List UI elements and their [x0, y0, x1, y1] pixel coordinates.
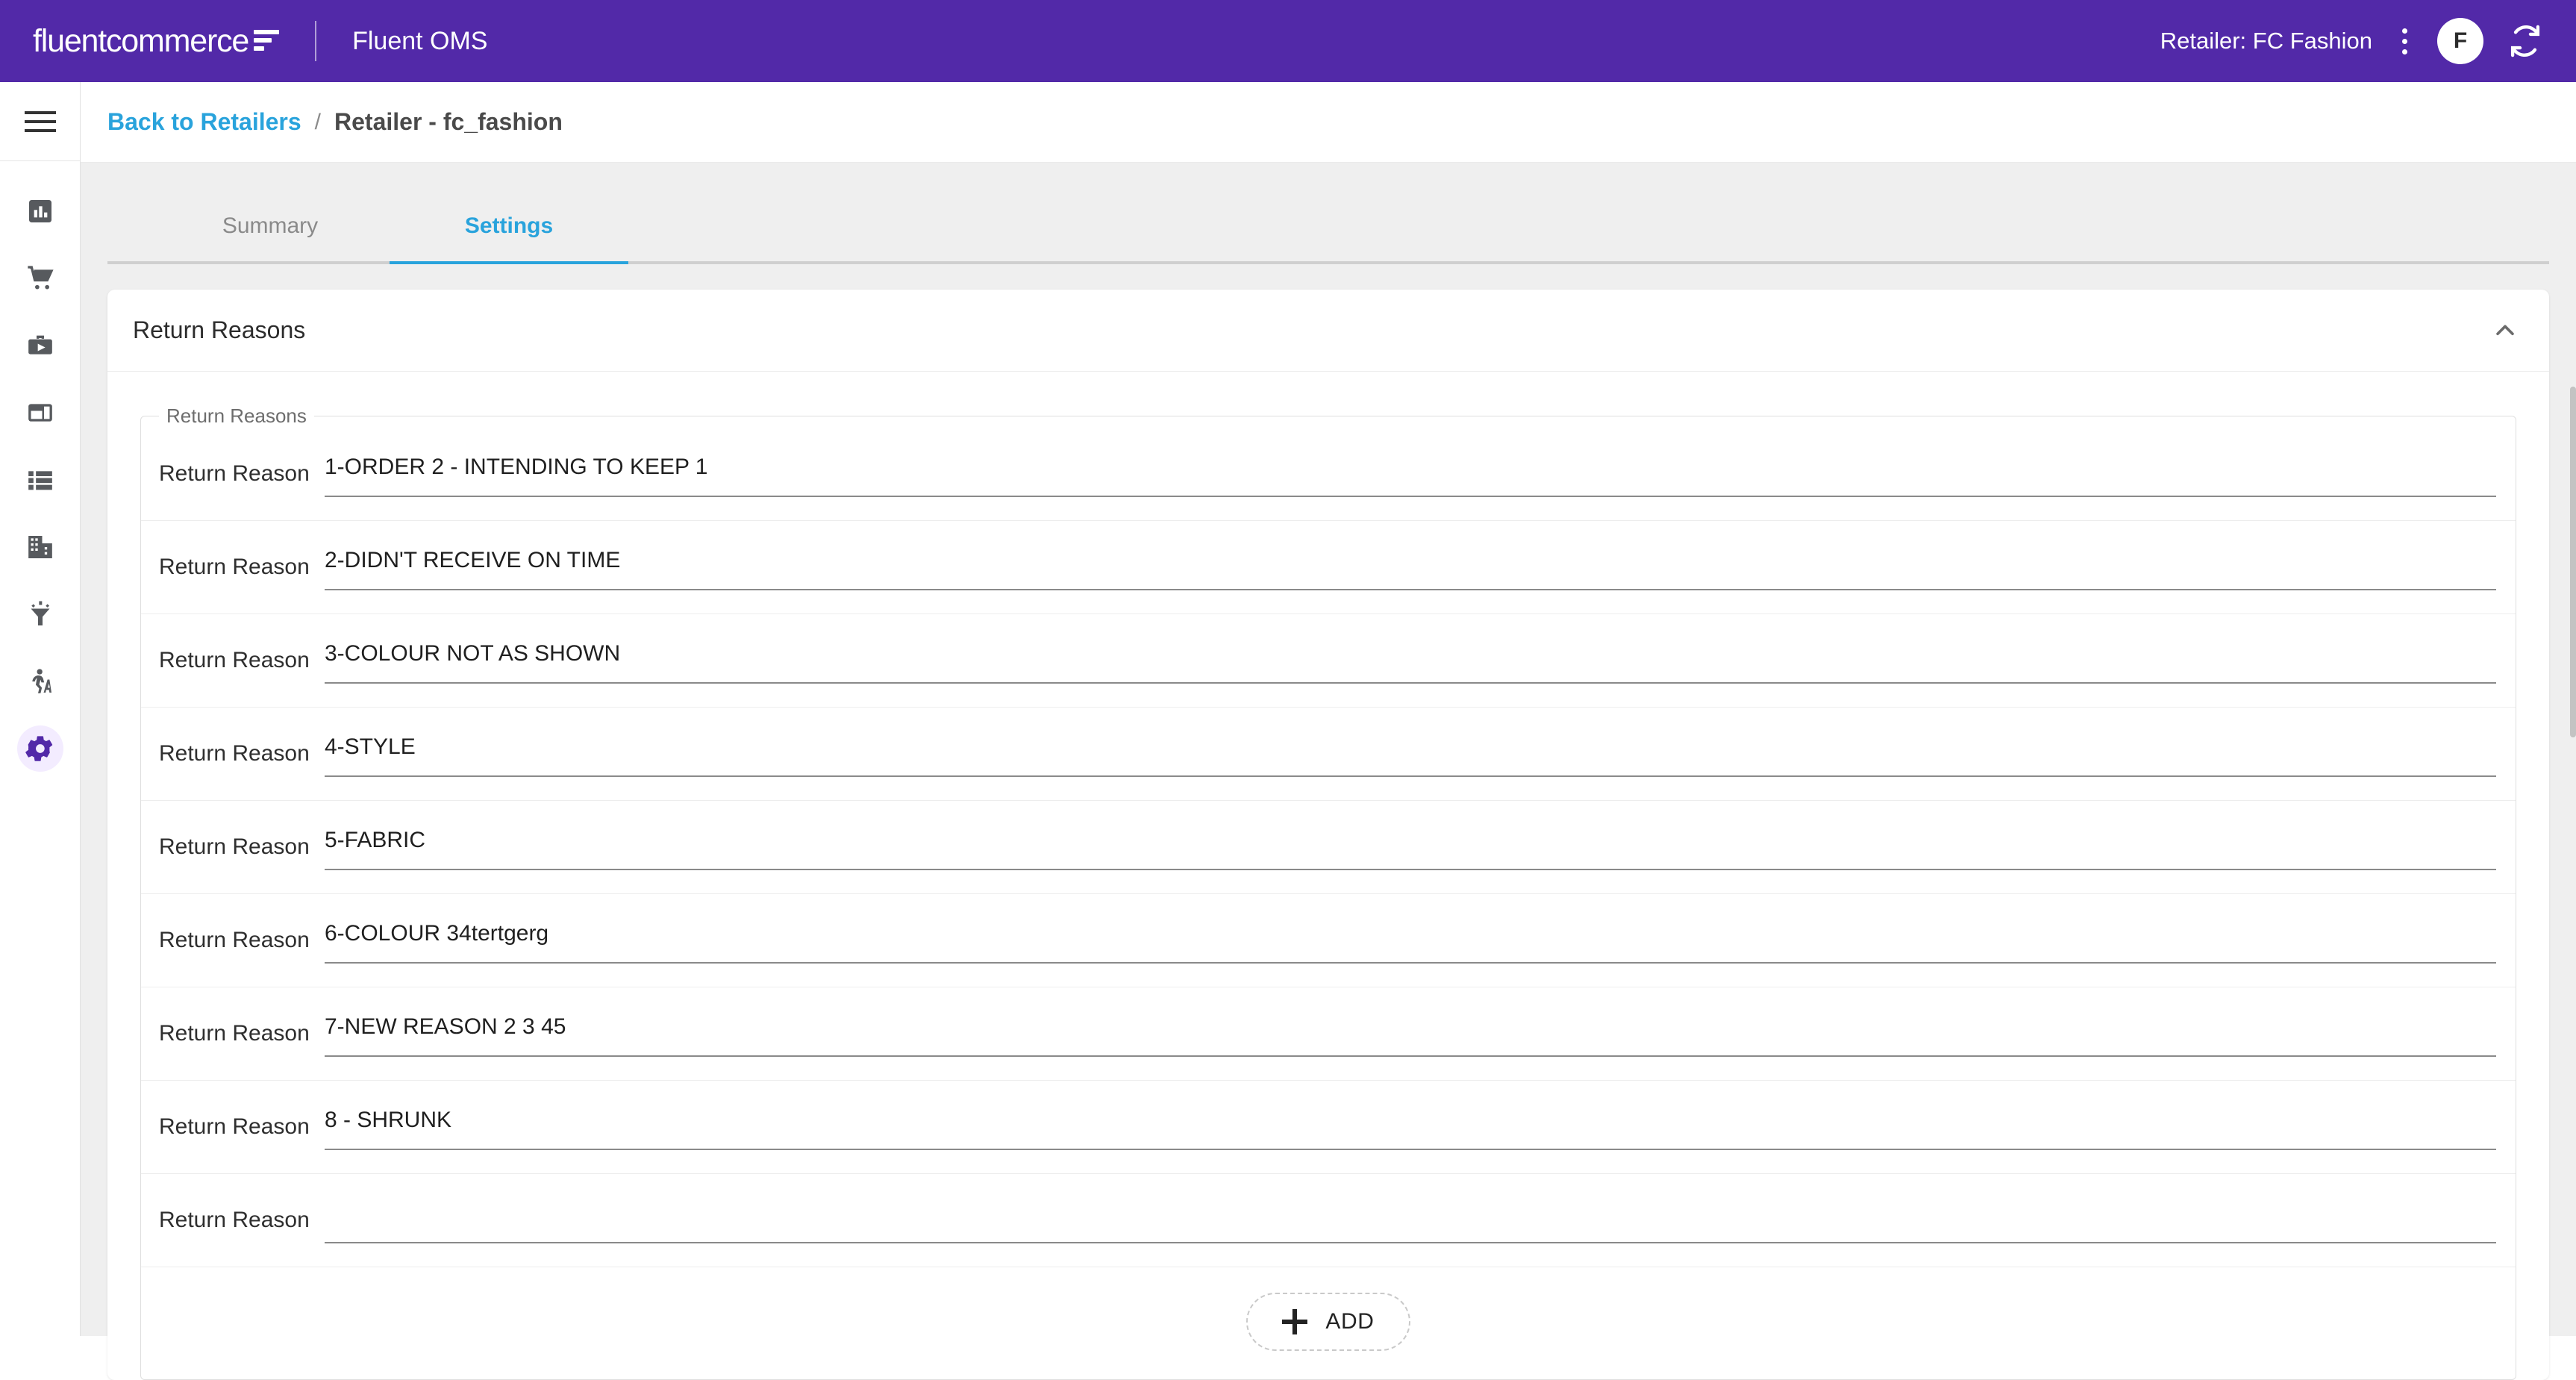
return-reason-input[interactable]: [325, 824, 2496, 870]
page-title: Return Reasons: [133, 316, 305, 344]
breadcrumb-current: Retailer - fc_fashion: [334, 108, 563, 136]
funnel-icon: [25, 599, 55, 629]
rail-item-list: [0, 161, 80, 782]
main-content-area: Back to Retailers / Retailer - fc_fashio…: [81, 82, 2576, 1336]
sidebar-item-workflows[interactable]: [0, 312, 80, 379]
return-reason-label: Return Reason: [141, 1208, 325, 1233]
avatar[interactable]: F: [2437, 18, 2483, 64]
sidebar-item-agents[interactable]: [0, 648, 80, 715]
breadcrumb: Back to Retailers / Retailer - fc_fashio…: [81, 82, 2576, 163]
fieldset-legend: Return Reasons: [159, 405, 314, 428]
sidebar-item-fulfilment[interactable]: [0, 379, 80, 446]
building-icon: [25, 532, 55, 562]
return-reason-input[interactable]: [325, 1197, 2496, 1243]
return-reason-input[interactable]: [325, 451, 2496, 497]
breadcrumb-back-link[interactable]: Back to Retailers: [107, 108, 301, 136]
return-reasons-card: Return Reasons Return Reasons Return Rea…: [107, 290, 2549, 1380]
sync-refresh-icon[interactable]: [2506, 22, 2545, 60]
add-button[interactable]: ADD: [1246, 1293, 1410, 1351]
card-body: Return Reasons Return Reason Return Reas…: [107, 372, 2549, 1380]
hamburger-menu-icon[interactable]: [0, 82, 80, 161]
table-row: Return Reason: [141, 428, 2516, 521]
brand-zone[interactable]: fluentcommerce: [0, 25, 279, 57]
return-reason-label: Return Reason: [141, 555, 325, 580]
card-layout-icon: [25, 398, 55, 428]
table-row: Return Reason: [141, 1081, 2516, 1174]
top-bar-right-group: Retailer: FC Fashion F: [2160, 18, 2576, 64]
briefcase-play-icon: [25, 331, 55, 360]
add-row-container: ADD: [141, 1267, 2516, 1379]
return-reason-label: Return Reason: [141, 1114, 325, 1140]
brand-divider: [315, 21, 316, 61]
tab-bar: Summary Settings: [107, 163, 2549, 264]
return-reason-input[interactable]: [325, 544, 2496, 590]
sidebar-item-locations[interactable]: [0, 513, 80, 581]
card-header[interactable]: Return Reasons: [107, 290, 2549, 372]
left-nav-rail: [0, 82, 81, 1336]
table-row: Return Reason: [141, 708, 2516, 801]
return-reason-input[interactable]: [325, 637, 2496, 684]
kebab-menu-icon[interactable]: [2395, 22, 2415, 60]
tab-summary[interactable]: Summary: [151, 213, 390, 261]
brand-logo-text: fluentcommerce: [33, 25, 248, 57]
tab-settings[interactable]: Settings: [390, 213, 628, 261]
return-reason-label: Return Reason: [141, 928, 325, 953]
sidebar-item-rules[interactable]: [0, 581, 80, 648]
return-reasons-fieldset: Return Reasons Return Reason Return Reas…: [140, 405, 2516, 1380]
sidebar-item-inventory[interactable]: [0, 446, 80, 513]
list-icon: [25, 465, 55, 495]
app-title: Fluent OMS: [352, 27, 487, 56]
sidebar-item-orders[interactable]: [0, 245, 80, 312]
vertical-scrollbar[interactable]: [2570, 163, 2576, 1336]
return-reason-label: Return Reason: [141, 741, 325, 767]
content-background: Summary Settings Return Reasons Return R…: [81, 163, 2576, 1336]
table-row: Return Reason: [141, 521, 2516, 614]
chevron-up-icon[interactable]: [2492, 318, 2518, 343]
fluent-logo-mark-icon: [254, 30, 279, 51]
return-reason-input[interactable]: [325, 731, 2496, 777]
table-row: Return Reason: [141, 614, 2516, 708]
retailer-context-label: Retailer: FC Fashion: [2160, 28, 2372, 54]
table-row: Return Reason: [141, 1174, 2516, 1267]
table-row: Return Reason: [141, 987, 2516, 1081]
bar-chart-icon: [25, 196, 55, 226]
return-reason-input[interactable]: [325, 1011, 2496, 1057]
return-reason-label: Return Reason: [141, 834, 325, 860]
sidebar-item-dashboard[interactable]: [0, 178, 80, 245]
return-reason-input[interactable]: [325, 1104, 2496, 1150]
sidebar-item-settings[interactable]: [0, 715, 80, 782]
return-reason-label: Return Reason: [141, 1021, 325, 1046]
shopping-cart-icon: [25, 263, 55, 293]
breadcrumb-separator: /: [315, 110, 321, 135]
scrollbar-thumb[interactable]: [2570, 387, 2576, 737]
table-row: Return Reason: [141, 894, 2516, 987]
plus-icon: [1282, 1309, 1307, 1334]
table-row: Return Reason: [141, 801, 2516, 894]
top-app-bar: fluentcommerce Fluent OMS Retailer: FC F…: [0, 0, 2576, 82]
return-reason-input[interactable]: [325, 917, 2496, 964]
gear-icon: [25, 734, 55, 764]
add-button-label: ADD: [1325, 1309, 1374, 1334]
return-reason-label: Return Reason: [141, 461, 325, 487]
walking-person-icon: [25, 666, 55, 696]
return-reason-label: Return Reason: [141, 648, 325, 673]
